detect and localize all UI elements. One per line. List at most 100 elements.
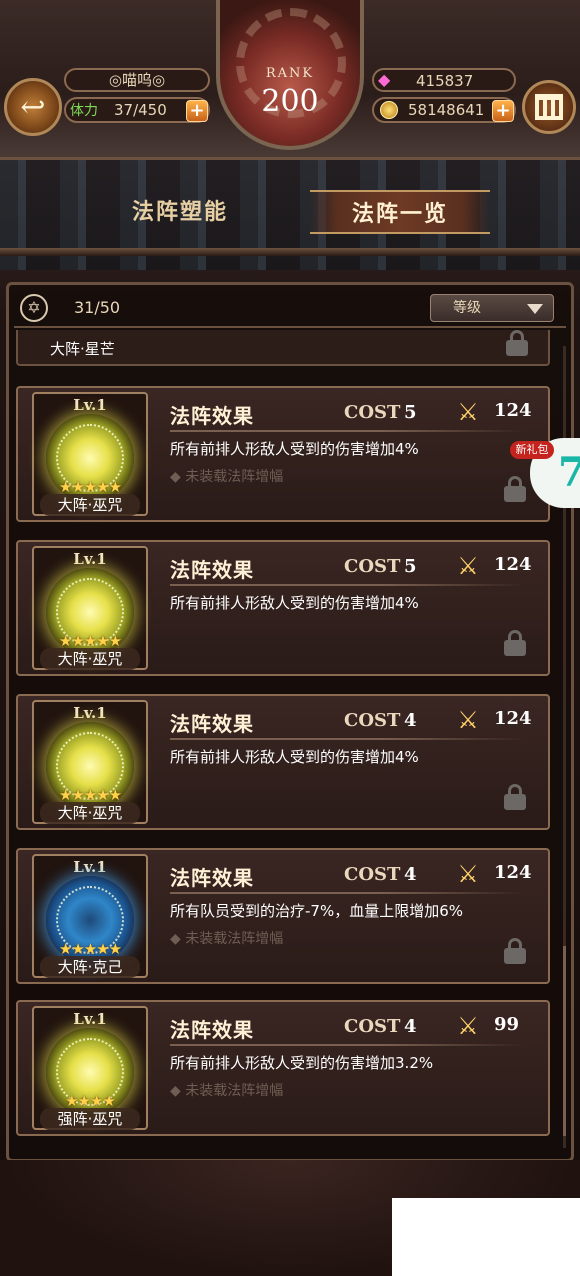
formation-portrait: Lv.1 ★★★★★ 大阵·巫咒 — [32, 392, 148, 516]
effect-title: 法阵效果 — [170, 712, 254, 736]
sort-dropdown[interactable]: 等级 — [430, 294, 554, 322]
formation-info: 法阵效果 COST 4 ⚔ 124 所有队员受到的治疗-7%，血量上限增加6% … — [164, 850, 544, 982]
cost-value: 5 — [404, 556, 417, 577]
formation-count: 31/50 — [74, 298, 121, 317]
sort-label: 等级 — [453, 300, 481, 316]
crossed-swords-icon: ⚔ — [457, 706, 479, 734]
add-coin-button[interactable]: + — [492, 100, 514, 122]
coin-count: 58148641 — [408, 101, 485, 119]
formation-name: 大阵·巫咒 — [40, 802, 140, 824]
power-value: 99 — [494, 1014, 520, 1035]
cost-value: 5 — [404, 402, 417, 423]
gem-count: 415837 — [416, 72, 474, 90]
hexagram-icon: ✡ — [20, 294, 48, 322]
effect-description: 所有前排人形敌人受到的伤害增加4% — [170, 440, 419, 458]
formation-list-screen: ↩ ◎喵呜◎ 体力 37/450 + RANK 200 ◆ 415837 581… — [0, 0, 580, 1276]
cost-value: 4 — [404, 864, 417, 885]
formation-level: Lv.1 — [73, 704, 107, 722]
enhancement-status: ◆ 未装载法阵增幅 — [170, 931, 284, 947]
back-arrow-icon[interactable]: ↩ — [4, 78, 62, 136]
enhancement-status: ◆ 未装载法阵增幅 — [170, 1083, 284, 1099]
formation-card[interactable]: Lv.1 ★★★★ 强阵·巫咒 法阵效果 COST 4 ⚔ 99 所有前排人形敌… — [16, 1000, 550, 1136]
lock-icon[interactable] — [504, 476, 526, 502]
coin-box: 58148641 + — [372, 97, 516, 123]
gem-box: ◆ 415837 — [372, 68, 516, 92]
formation-name: 大阵·巫咒 — [40, 648, 140, 670]
formation-name: 强阵·巫咒 — [40, 1108, 140, 1130]
formation-card[interactable]: Lv.1 ★★★★★ 大阵·巫咒 法阵效果 COST 5 ⚔ 124 所有前排人… — [16, 386, 550, 522]
formation-card[interactable]: Lv.1 ★★★★★ 大阵·巫咒 法阵效果 COST 5 ⚔ 124 所有前排人… — [16, 540, 550, 676]
power-value: 124 — [494, 862, 532, 883]
divider — [170, 584, 524, 586]
effect-description: 所有队员受到的治疗-7%，血量上限增加6% — [170, 902, 464, 920]
formation-level: Lv.1 — [73, 550, 107, 568]
lock-icon — [506, 330, 528, 356]
crossed-swords-icon: ⚔ — [457, 1012, 479, 1040]
formation-level: Lv.1 — [73, 1010, 107, 1028]
effect-description: 所有前排人形敌人受到的伤害增加4% — [170, 748, 419, 766]
power-value: 124 — [494, 708, 532, 729]
crossed-swords-icon: ⚔ — [457, 552, 479, 580]
divider — [170, 430, 524, 432]
power-value: 124 — [494, 400, 532, 421]
formation-info: 法阵效果 COST 4 ⚔ 99 所有前排人形敌人受到的伤害增加3.2% ◆ 未… — [164, 1002, 544, 1134]
tab-formation-list[interactable]: 法阵一览 — [310, 190, 490, 234]
player-name: ◎喵呜◎ — [64, 68, 210, 92]
divider — [170, 738, 524, 740]
divider — [170, 892, 524, 894]
cost-value: 4 — [404, 1016, 417, 1037]
effect-title: 法阵效果 — [170, 1018, 254, 1042]
rank-value: 200 — [261, 84, 319, 119]
cost-value: 4 — [404, 710, 417, 731]
divider — [170, 1044, 524, 1046]
cost-label: COST — [344, 710, 401, 731]
formation-name: 大阵·克己 — [40, 956, 140, 978]
effect-title: 法阵效果 — [170, 558, 254, 582]
lock-icon[interactable] — [504, 630, 526, 656]
add-stamina-button[interactable]: + — [186, 100, 208, 122]
divider — [14, 326, 566, 328]
formation-info: 法阵效果 COST 4 ⚔ 124 所有前排人形敌人受到的伤害增加4% — [164, 696, 544, 828]
formation-name: 大阵·星芒 — [50, 340, 115, 358]
power-value: 124 — [494, 554, 532, 575]
formation-portrait: Lv.1 ★★★★ 强阵·巫咒 — [32, 1006, 148, 1130]
formation-level: Lv.1 — [73, 396, 107, 414]
gem-icon: ◆ — [378, 70, 391, 89]
blank-corner — [392, 1198, 580, 1276]
rank-label: RANK — [265, 66, 315, 81]
effect-description: 所有前排人形敌人受到的伤害增加4% — [170, 594, 419, 612]
crossed-swords-icon: ⚔ — [457, 860, 479, 888]
formation-portrait: Lv.1 ★★★★★ 大阵·克己 — [32, 854, 148, 978]
crossed-swords-icon: ⚔ — [457, 398, 479, 426]
rank-emblem: RANK 200 — [216, 0, 364, 150]
tab-formation-shaping[interactable]: 法阵塑能 — [110, 190, 250, 234]
formation-info: 法阵效果 COST 5 ⚔ 124 所有前排人形敌人受到的伤害增加4% ◆ 未装… — [164, 388, 544, 520]
new-gift-badge[interactable]: 新礼包 — [510, 441, 554, 459]
top-bar: ↩ ◎喵呜◎ 体力 37/450 + RANK 200 ◆ 415837 581… — [0, 0, 580, 160]
cost-label: COST — [344, 1016, 401, 1037]
effect-title: 法阵效果 — [170, 866, 254, 890]
effect-title: 法阵效果 — [170, 404, 254, 428]
tab-bar: 法阵塑能 法阵一览 — [0, 186, 580, 238]
stamina-label: 体力 — [70, 103, 98, 119]
formation-name: 大阵·巫咒 — [40, 494, 140, 516]
formation-card[interactable]: Lv.1 ★★★★★ 大阵·巫咒 法阵效果 COST 4 ⚔ 124 所有前排人… — [16, 694, 550, 830]
formation-card-partial[interactable]: 大阵·星芒 — [16, 330, 550, 366]
coin-icon — [380, 101, 398, 119]
stamina-box: 体力 37/450 + — [64, 97, 210, 123]
enhancement-status: ◆ 未装载法阵增幅 — [170, 469, 284, 485]
formation-card[interactable]: Lv.1 ★★★★★ 大阵·克己 法阵效果 COST 4 ⚔ 124 所有队员受… — [16, 848, 550, 984]
formation-counter: ✡ 31/50 — [14, 292, 144, 324]
home-icon[interactable] — [522, 80, 576, 134]
lock-icon[interactable] — [504, 784, 526, 810]
stamina-value: 37/450 — [114, 101, 167, 119]
scrollbar-thumb[interactable] — [563, 946, 566, 1136]
chevron-down-icon — [527, 304, 543, 314]
formation-portrait: Lv.1 ★★★★★ 大阵·巫咒 — [32, 546, 148, 670]
lock-icon[interactable] — [504, 938, 526, 964]
cost-label: COST — [344, 556, 401, 577]
divider — [0, 248, 580, 256]
formation-portrait: Lv.1 ★★★★★ 大阵·巫咒 — [32, 700, 148, 824]
cost-label: COST — [344, 402, 401, 423]
cost-label: COST — [344, 864, 401, 885]
